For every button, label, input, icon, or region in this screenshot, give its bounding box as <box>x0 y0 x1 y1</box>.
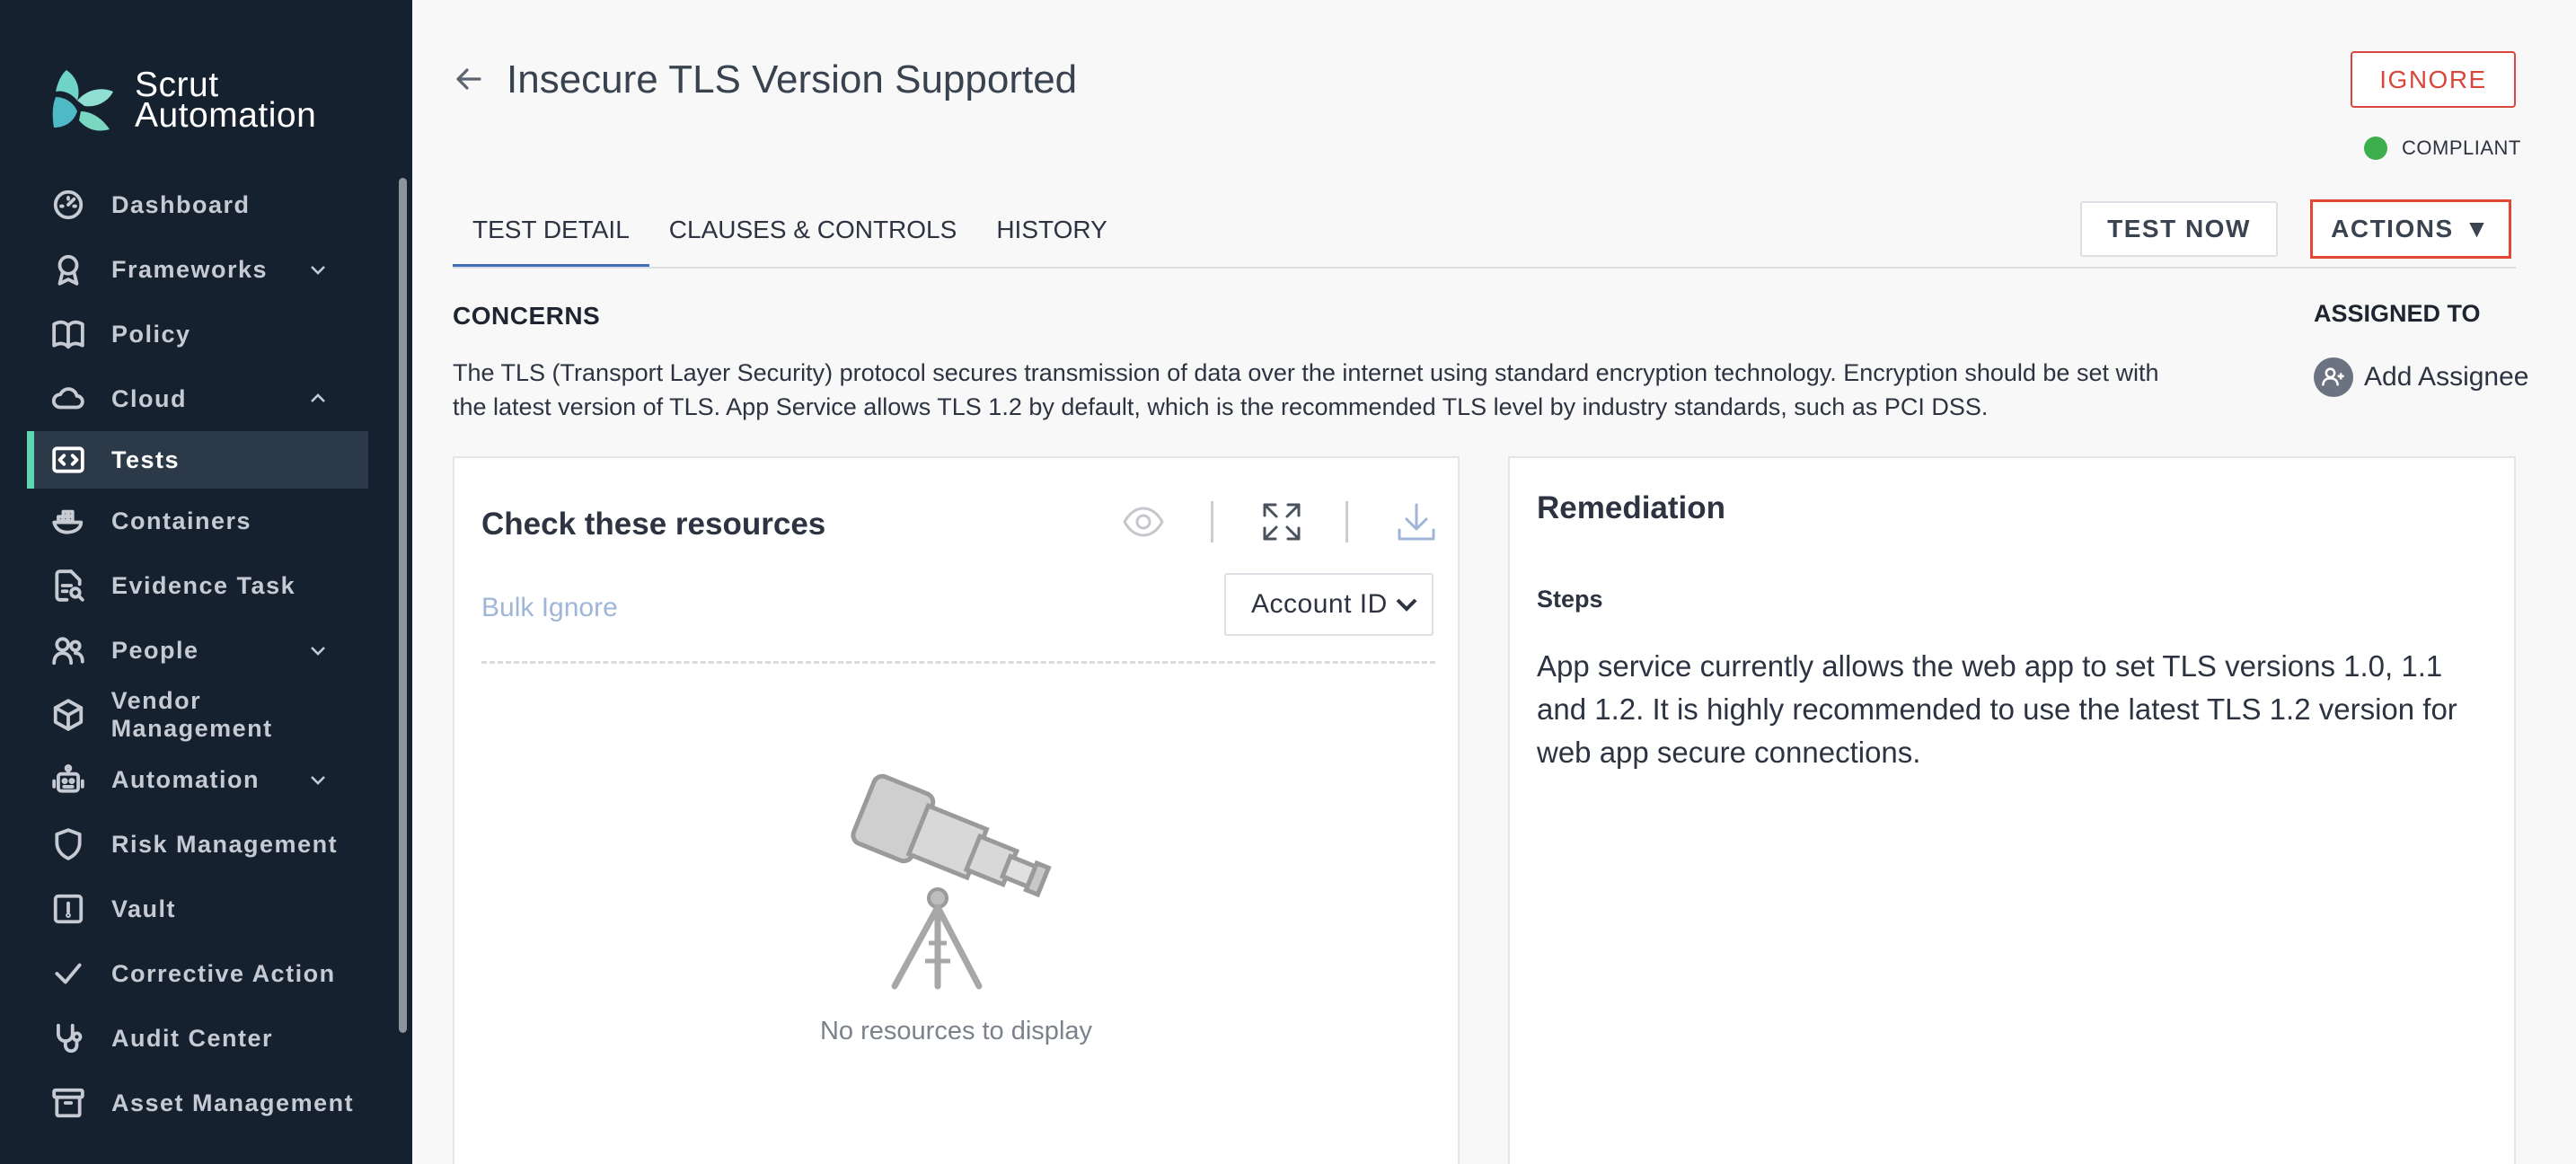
sidebar-scrollbar[interactable] <box>399 178 407 1033</box>
ignore-button[interactable]: IGNORE <box>2351 51 2516 108</box>
sidebar-item-people[interactable]: People <box>27 618 368 683</box>
sidebar-item-containers[interactable]: Containers <box>27 489 368 553</box>
sidebar-item-frameworks[interactable]: Frameworks <box>27 237 368 302</box>
actions-label: ACTIONS <box>2331 215 2454 242</box>
archive-icon <box>50 1085 86 1121</box>
chevron-up-icon[interactable] <box>307 388 329 410</box>
sidebar-item-cloud[interactable]: Cloud <box>27 366 368 431</box>
download-icon[interactable] <box>1394 499 1439 544</box>
sidebar-nav: Dashboard Frameworks Policy Cloud Tests … <box>27 172 368 1135</box>
remediation-card: Remediation Steps App service currently … <box>1508 456 2516 1164</box>
sidebar-item-tests[interactable]: Tests <box>27 431 368 489</box>
status-dot-icon <box>2364 137 2387 160</box>
vault-icon <box>50 891 86 927</box>
sidebar: Scrut Automation Dashboard Frameworks Po… <box>0 0 412 1164</box>
sidebar-item-vendor-management[interactable]: Vendor Management <box>27 683 368 747</box>
sidebar-item-label: Frameworks <box>111 255 269 283</box>
add-assignee-label: Add Assignee <box>2364 362 2529 392</box>
code-icon <box>50 442 86 478</box>
caret-down-icon: ▼ <box>2464 215 2491 242</box>
actions-dropdown-button[interactable]: ACTIONS ▼ <box>2310 199 2511 259</box>
sidebar-item-label: Risk Management <box>111 830 339 858</box>
status-label: COMPLIANT <box>2402 137 2521 159</box>
sidebar-item-audit-center[interactable]: Audit Center <box>27 1006 368 1071</box>
brand-name-line2: Automation <box>135 96 317 135</box>
people-icon <box>50 632 86 668</box>
concerns-text: The TLS (Transport Layer Security) proto… <box>453 359 2159 420</box>
sidebar-item-label: Audit Center <box>111 1024 273 1052</box>
resources-title: Check these resources <box>481 507 826 542</box>
sidebar-item-corrective-action[interactable]: Corrective Action <box>27 941 368 1006</box>
toolbar-divider <box>1345 501 1348 542</box>
telescope-icon <box>851 773 1052 990</box>
resources-card: Check these resources Bulk Ignore Accoun… <box>453 456 1460 1164</box>
sidebar-item-vault[interactable]: Vault <box>27 877 368 941</box>
sidebar-item-label: Cloud <box>111 384 187 412</box>
tab-divider <box>453 267 2516 269</box>
expand-icon[interactable] <box>1259 499 1304 544</box>
sidebar-item-policy[interactable]: Policy <box>27 302 368 366</box>
section-divider <box>481 661 1435 664</box>
status-badge: COMPLIANT <box>2364 137 2521 160</box>
dashboard-icon <box>50 187 86 223</box>
steps-text: App service currently allows the web app… <box>1537 649 2457 769</box>
eye-icon[interactable] <box>1121 499 1166 544</box>
assigned-to-heading: ASSIGNED TO <box>2314 300 2481 327</box>
sidebar-item-dashboard[interactable]: Dashboard <box>27 172 368 237</box>
toolbar-divider <box>1211 501 1213 542</box>
sidebar-item-label: People <box>111 636 199 664</box>
chevron-down-icon[interactable] <box>307 639 329 661</box>
account-id-value: Account ID <box>1251 589 1388 619</box>
sidebar-item-label: Evidence Task <box>111 571 296 599</box>
sidebar-item-label: Corrective Action <box>111 959 336 987</box>
test-now-button[interactable]: TEST NOW <box>2080 201 2278 257</box>
sidebar-item-risk-management[interactable]: Risk Management <box>27 812 368 877</box>
sidebar-item-label: Dashboard <box>111 190 251 218</box>
bulk-ignore-link[interactable]: Bulk Ignore <box>481 593 618 623</box>
add-user-icon <box>2314 357 2353 397</box>
vendor-icon <box>50 697 86 733</box>
sidebar-item-asset-management[interactable]: Asset Management <box>27 1071 368 1135</box>
evidence-icon <box>50 568 86 604</box>
remediation-title: Remediation <box>1537 490 1726 525</box>
tab-bar: TEST DETAIL CLAUSES & CONTROLS HISTORY <box>453 199 1127 268</box>
sidebar-item-label: Automation <box>111 765 260 793</box>
account-id-select[interactable]: Account ID <box>1224 573 1434 636</box>
chevron-down-icon[interactable] <box>307 769 329 790</box>
tab-clauses-controls[interactable]: CLAUSES & CONTROLS <box>649 199 977 268</box>
sidebar-item-label: Asset Management <box>111 1089 355 1116</box>
chevron-down-icon[interactable] <box>307 259 329 280</box>
check-icon <box>50 956 86 992</box>
stethoscope-icon <box>50 1020 86 1056</box>
sidebar-item-label: Vendor Management <box>110 687 273 742</box>
page-title: Insecure TLS Version Supported <box>507 57 1078 101</box>
sidebar-item-evidence-task[interactable]: Evidence Task <box>27 553 368 618</box>
chevron-down-icon <box>1396 598 1417 612</box>
docker-icon <box>50 503 86 539</box>
brand-logo[interactable]: Scrut Automation <box>50 66 316 135</box>
frameworks-icon <box>50 251 86 287</box>
concerns-heading: CONCERNS <box>453 302 601 330</box>
sidebar-item-label: Policy <box>111 320 191 348</box>
empty-state-text: No resources to display <box>819 1017 1093 1045</box>
cloud-icon <box>50 381 86 417</box>
robot-icon <box>50 762 86 798</box>
sidebar-item-label: Tests <box>111 445 181 473</box>
shield-icon <box>50 826 86 862</box>
policy-icon <box>50 316 86 352</box>
tab-history[interactable]: HISTORY <box>976 199 1126 268</box>
steps-heading: Steps <box>1537 586 1603 613</box>
sidebar-item-label: Containers <box>111 507 252 534</box>
sidebar-item-label: Vault <box>111 895 177 922</box>
back-arrow-icon[interactable] <box>453 63 485 95</box>
add-assignee-button[interactable]: Add Assignee <box>2314 357 2528 397</box>
sidebar-item-automation[interactable]: Automation <box>27 747 368 812</box>
tab-test-detail[interactable]: TEST DETAIL <box>453 199 649 268</box>
scrut-logo-icon <box>52 70 113 131</box>
